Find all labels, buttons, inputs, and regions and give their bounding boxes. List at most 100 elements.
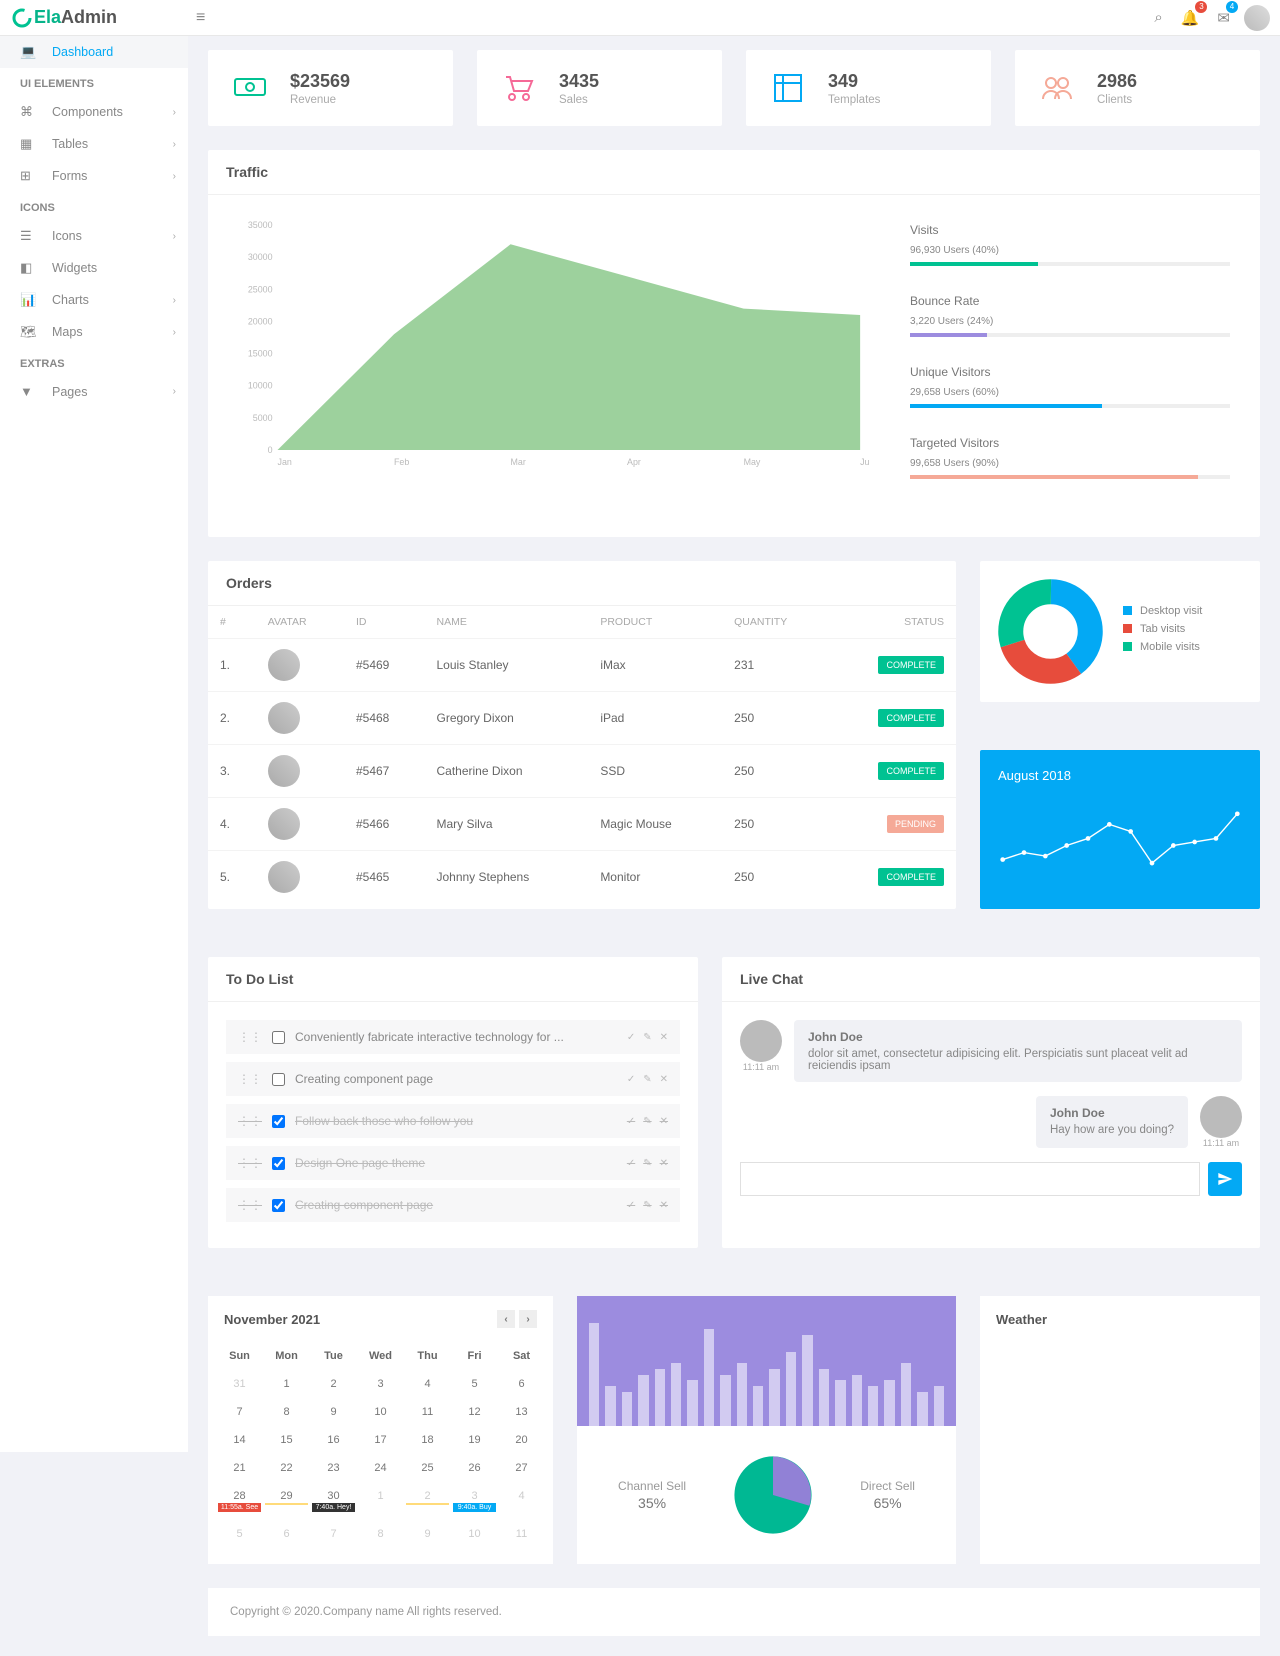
sidebar-item[interactable]: ▦Tables› [0,128,188,160]
cal-day[interactable]: 25 [404,1454,451,1482]
drag-handle-icon[interactable]: ⋮⋮ [238,1156,262,1170]
cal-day[interactable]: 11 [498,1520,545,1548]
sidebar-item[interactable]: 📊Charts› [0,284,188,316]
todo-item[interactable]: ⋮⋮Follow back those who follow you✓✎✕ [226,1104,680,1138]
check-icon[interactable]: ✓ [627,1200,635,1211]
cal-day[interactable]: 14 [216,1426,263,1454]
cal-day[interactable]: 2 [404,1482,451,1520]
cal-event[interactable]: 11:55a. See [218,1503,261,1512]
cal-day[interactable]: 31 [216,1370,263,1398]
close-icon[interactable]: ✕ [660,1032,668,1043]
cal-day[interactable]: 19 [451,1426,498,1454]
todo-checkbox[interactable] [272,1115,285,1128]
cal-day[interactable]: 16 [310,1426,357,1454]
close-icon[interactable]: ✕ [660,1116,668,1127]
sidebar-item-dashboard[interactable]: 💻Dashboard [0,36,188,68]
table-row[interactable]: 3.#5467Catherine DixonSSD250COMPLETE [208,745,956,798]
cal-day[interactable]: 22 [263,1454,310,1482]
chat-input[interactable] [740,1162,1200,1196]
table-row[interactable]: 2.#5468Gregory DixoniPad250COMPLETE [208,692,956,745]
cal-event[interactable] [265,1503,308,1505]
check-icon[interactable]: ✓ [627,1074,635,1085]
cal-day[interactable]: 26 [451,1454,498,1482]
cal-day[interactable]: 6 [263,1520,310,1548]
menu-toggle-icon[interactable]: ≡ [188,9,213,27]
cal-day[interactable]: 1 [357,1482,404,1520]
cal-day[interactable]: 3 [357,1370,404,1398]
edit-icon[interactable]: ✎ [643,1200,651,1211]
cal-day[interactable]: 21 [216,1454,263,1482]
sidebar-item[interactable]: ◧Widgets [0,252,188,284]
cal-event[interactable]: 9:40a. Buy [453,1503,496,1512]
cal-day[interactable]: 7 [216,1398,263,1426]
cal-day[interactable]: 5 [216,1520,263,1548]
cal-day[interactable]: 23 [310,1454,357,1482]
bell-icon[interactable]: 🔔3 [1177,5,1204,31]
edit-icon[interactable]: ✎ [643,1074,651,1085]
cal-day[interactable]: 4 [498,1482,545,1520]
drag-handle-icon[interactable]: ⋮⋮ [238,1198,262,1212]
search-icon[interactable]: ⌕ [1150,5,1166,30]
todo-item[interactable]: ⋮⋮Creating component page✓✎✕ [226,1188,680,1222]
cal-day[interactable]: 2811:55a. See [216,1482,263,1520]
cal-event[interactable] [406,1503,449,1505]
chat-send-button[interactable] [1208,1162,1242,1196]
cal-day[interactable]: 10 [451,1520,498,1548]
cal-day[interactable]: 5 [451,1370,498,1398]
cal-prev-button[interactable]: ‹ [497,1310,515,1328]
cal-day[interactable]: 20 [498,1426,545,1454]
sidebar-item[interactable]: ⊞Forms› [0,160,188,192]
todo-checkbox[interactable] [272,1199,285,1212]
avatar[interactable] [1244,5,1270,31]
todo-checkbox[interactable] [272,1157,285,1170]
cal-day[interactable]: 7 [310,1520,357,1548]
todo-checkbox[interactable] [272,1031,285,1044]
cal-day[interactable]: 8 [357,1520,404,1548]
table-row[interactable]: 4.#5466Mary SilvaMagic Mouse250PENDING [208,798,956,851]
cal-next-button[interactable]: › [519,1310,537,1328]
todo-checkbox[interactable] [272,1073,285,1086]
mail-icon[interactable]: ✉4 [1213,5,1234,31]
cal-event[interactable]: 7:40a. Hey! [312,1503,355,1512]
cal-day[interactable]: 2 [310,1370,357,1398]
table-row[interactable]: 5.#5465Johnny StephensMonitor250COMPLETE [208,851,956,904]
cal-day[interactable]: 39:40a. Buy [451,1482,498,1520]
todo-item[interactable]: ⋮⋮Conveniently fabricate interactive tec… [226,1020,680,1054]
check-icon[interactable]: ✓ [627,1032,635,1043]
check-icon[interactable]: ✓ [627,1116,635,1127]
cal-day[interactable]: 9 [404,1520,451,1548]
sidebar-item[interactable]: 🗺Maps› [0,316,188,348]
sidebar-item[interactable]: ⌘Components› [0,96,188,128]
close-icon[interactable]: ✕ [660,1200,668,1211]
cal-day[interactable]: 307:40a. Hey! [310,1482,357,1520]
cal-day[interactable]: 10 [357,1398,404,1426]
sidebar-item[interactable]: ☰Icons› [0,220,188,252]
cal-day[interactable]: 18 [404,1426,451,1454]
cal-day[interactable]: 1 [263,1370,310,1398]
drag-handle-icon[interactable]: ⋮⋮ [238,1072,262,1086]
close-icon[interactable]: ✕ [660,1158,668,1169]
edit-icon[interactable]: ✎ [643,1032,651,1043]
cal-day[interactable]: 6 [498,1370,545,1398]
drag-handle-icon[interactable]: ⋮⋮ [238,1114,262,1128]
cal-day[interactable]: 17 [357,1426,404,1454]
drag-handle-icon[interactable]: ⋮⋮ [238,1030,262,1044]
cal-day[interactable]: 11 [404,1398,451,1426]
cal-day[interactable]: 15 [263,1426,310,1454]
table-row[interactable]: 1.#5469Louis StanleyiMax231COMPLETE [208,639,956,692]
cal-day[interactable]: 4 [404,1370,451,1398]
close-icon[interactable]: ✕ [660,1074,668,1085]
edit-icon[interactable]: ✎ [643,1116,651,1127]
check-icon[interactable]: ✓ [627,1158,635,1169]
cal-day[interactable]: 13 [498,1398,545,1426]
edit-icon[interactable]: ✎ [643,1158,651,1169]
cal-day[interactable]: 29 [263,1482,310,1520]
logo[interactable]: ElaAdmin [0,7,188,28]
cal-day[interactable]: 27 [498,1454,545,1482]
cal-day[interactable]: 12 [451,1398,498,1426]
todo-item[interactable]: ⋮⋮Creating component page✓✎✕ [226,1062,680,1096]
cal-day[interactable]: 24 [357,1454,404,1482]
cal-day[interactable]: 9 [310,1398,357,1426]
sidebar-item[interactable]: ▼Pages› [0,376,188,407]
cal-day[interactable]: 8 [263,1398,310,1426]
